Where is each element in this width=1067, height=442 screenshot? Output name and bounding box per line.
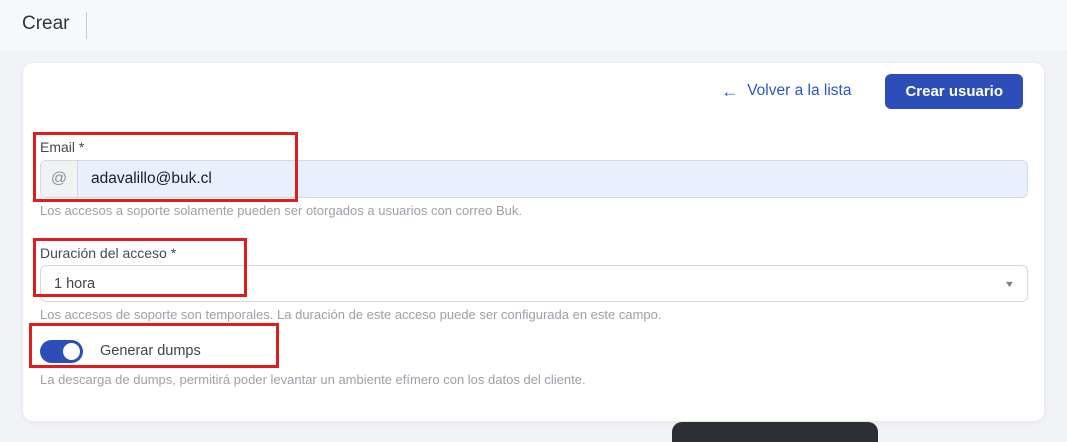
generate-dumps-row: Generar dumps	[40, 339, 201, 363]
toggle-knob	[63, 343, 80, 360]
duration-select[interactable]: 1 hora ▼	[40, 265, 1028, 302]
page-header: Crear	[0, 0, 1067, 50]
email-input[interactable]	[78, 161, 1027, 197]
back-to-list-link[interactable]: ← Volver a la lista	[721, 82, 851, 100]
create-user-card: ← Volver a la lista Crear usuario Email …	[23, 63, 1044, 421]
duration-help-text: Los accesos de soporte son temporales. L…	[40, 307, 1028, 322]
title-divider	[86, 12, 87, 39]
email-input-group: @	[40, 160, 1028, 198]
email-label: Email *	[40, 139, 84, 155]
dumps-help-text: La descarga de dumps, permitirá poder le…	[40, 372, 1028, 387]
at-icon: @	[41, 161, 78, 197]
create-user-button[interactable]: Crear usuario	[885, 74, 1023, 109]
generate-dumps-toggle[interactable]	[40, 340, 83, 363]
card-toolbar: ← Volver a la lista Crear usuario	[721, 73, 1023, 109]
page-title: Crear	[22, 13, 70, 35]
arrow-left-icon: ←	[721, 83, 738, 100]
duration-label: Duración del acceso *	[40, 245, 176, 261]
generate-dumps-label: Generar dumps	[100, 343, 201, 359]
caret-down-icon: ▼	[1004, 279, 1016, 289]
email-help-text: Los accesos a soporte solamente pueden s…	[40, 203, 1028, 218]
bottom-partial-popover	[672, 422, 878, 442]
duration-selected-value: 1 hora	[54, 276, 95, 292]
back-to-list-label: Volver a la lista	[747, 82, 851, 100]
